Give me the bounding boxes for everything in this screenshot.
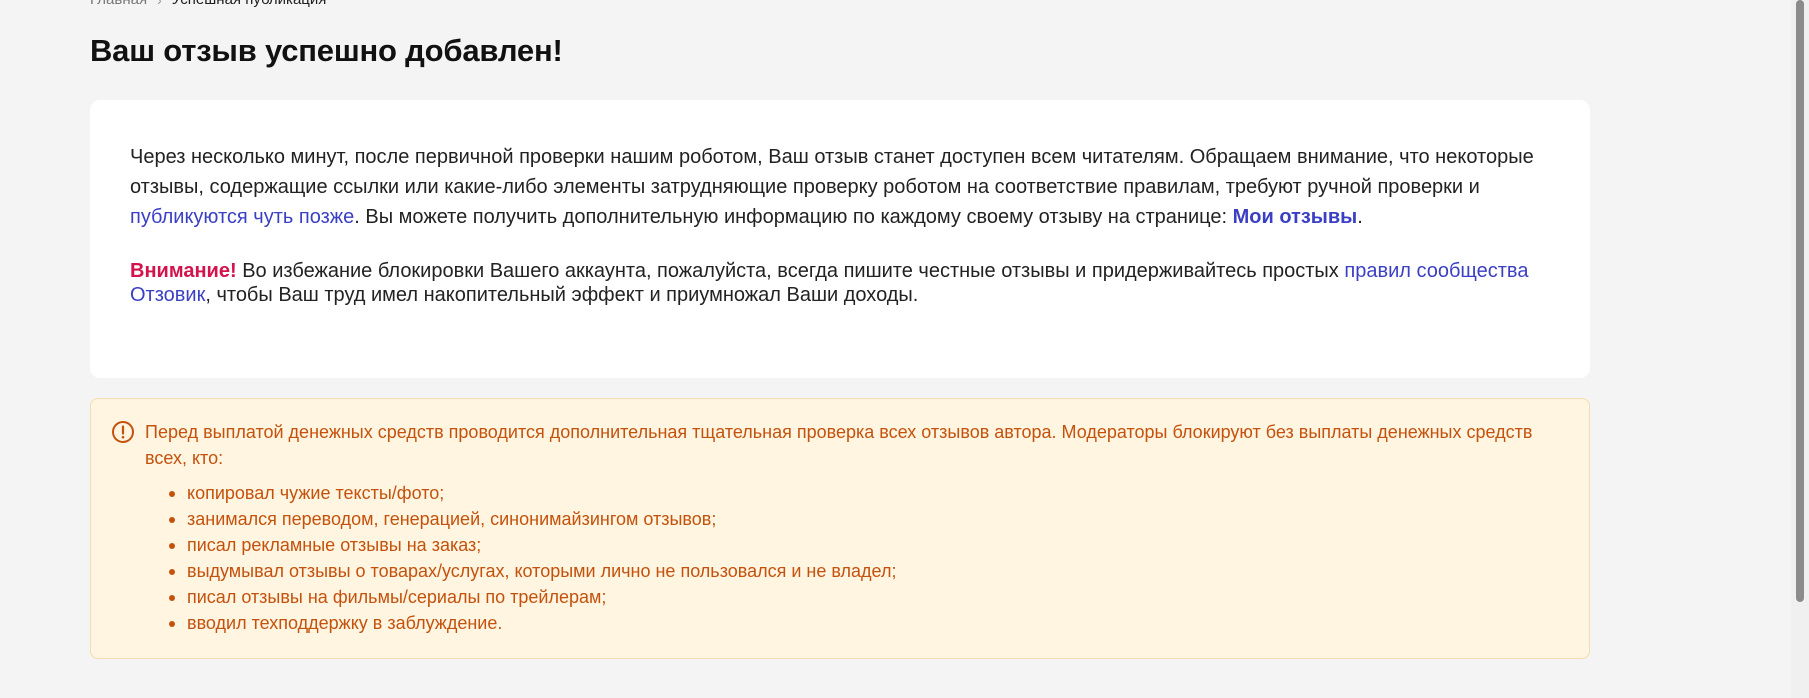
breadcrumb-separator-icon: › (157, 0, 162, 8)
warning-text: Перед выплатой денежных средств проводит… (145, 422, 1533, 468)
breadcrumb-home-link[interactable]: Главная (90, 0, 147, 8)
page: Главная › Успешная публикация Ваш отзыв … (0, 0, 1809, 698)
violation-list: копировал чужие тексты/фото; занимался п… (167, 480, 1569, 636)
attention-text-1: Во избежание блокировки Вашего аккаунта,… (236, 260, 1345, 282)
published-later-link[interactable]: публикуются чуть позже (130, 206, 354, 228)
list-item: выдумывал отзывы о товарах/услугах, кото… (167, 558, 1569, 584)
attention-text-2: , чтобы Ваш труд имел накопительный эффе… (205, 284, 919, 306)
notice-text-2: . Вы можете получить дополнительную инфо… (354, 206, 1233, 228)
notice-text-end: . (1357, 206, 1363, 228)
list-item: писал рекламные отзывы на заказ; (167, 532, 1569, 558)
vertical-scrollbar[interactable] (1791, 0, 1809, 698)
list-item: занимался переводом, генерацией, синоним… (167, 506, 1569, 532)
payout-warning-box: Перед выплатой денежных средств проводит… (90, 398, 1590, 659)
exclamation-circle-icon (112, 421, 134, 443)
breadcrumb-current: Успешная публикация (172, 0, 327, 8)
list-item: писал отзывы на фильмы/сериалы по трейле… (167, 584, 1569, 610)
page-title: Ваш отзыв успешно добавлен! (90, 33, 563, 68)
list-item: копировал чужие тексты/фото; (167, 480, 1569, 506)
success-notice-card: Через несколько минут, после первичной п… (90, 100, 1590, 378)
attention-label: Внимание! (130, 260, 237, 282)
scrollbar-thumb[interactable] (1796, 0, 1804, 602)
breadcrumb: Главная › Успешная публикация (90, 0, 326, 8)
notice-paragraph-2: Внимание! Во избежание блокировки Вашего… (130, 259, 1550, 307)
my-reviews-link[interactable]: Мои отзывы (1233, 206, 1358, 228)
notice-text-1: Через несколько минут, после первичной п… (130, 146, 1534, 198)
warning-header: Перед выплатой денежных средств проводит… (111, 419, 1569, 471)
list-item: вводил техподдержку в заблуждение. (167, 610, 1569, 636)
notice-paragraph-1: Через несколько минут, после первичной п… (130, 142, 1550, 232)
